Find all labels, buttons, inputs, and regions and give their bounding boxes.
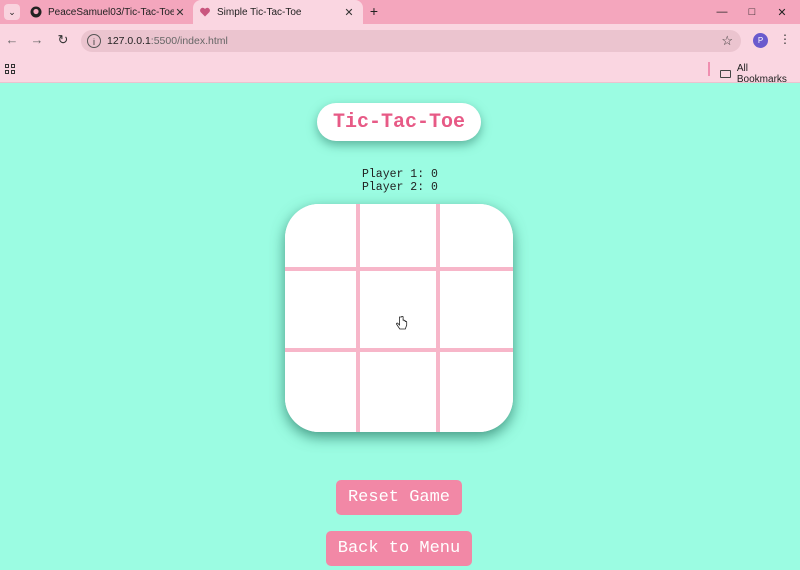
page-title: Tic-Tac-Toe <box>332 110 466 134</box>
grid-line <box>356 204 360 432</box>
board-cell[interactable] <box>440 352 513 432</box>
close-window-icon[interactable]: ✕ <box>764 0 800 24</box>
scoreboard: Player 1: 0 Player 2: 0 <box>362 168 438 194</box>
reload-icon[interactable]: ↻ <box>55 32 71 48</box>
all-bookmarks-label: All Bookmarks <box>736 63 787 85</box>
grid-line <box>285 267 513 271</box>
tab-github[interactable]: PeaceSamuel03/Tic-Tac-Toe: A ✕ <box>24 0 194 24</box>
bookmark-star-icon[interactable]: ☆ <box>721 33 733 49</box>
tab-strip: ⌄ PeaceSamuel03/Tic-Tac-Toe: A ✕ Simple … <box>0 0 800 24</box>
folder-icon <box>720 70 731 78</box>
close-tab-icon[interactable]: ✕ <box>343 6 355 19</box>
game-title-banner: Tic-Tac-Toe <box>317 103 481 141</box>
board-cell[interactable] <box>440 204 513 267</box>
reset-game-button[interactable]: Reset Game <box>336 480 462 515</box>
browser-menu-icon[interactable]: ⋮ <box>779 32 791 46</box>
grid-line <box>436 204 440 432</box>
board-cell[interactable] <box>285 204 356 267</box>
site-info-icon[interactable]: i <box>87 34 101 48</box>
apps-grid-icon[interactable] <box>5 64 15 74</box>
url-omnibox[interactable]: i 127.0.0.1:5500/index.html ☆ <box>81 30 741 52</box>
back-arrow-icon[interactable]: ← <box>4 32 20 48</box>
heart-favicon-icon <box>199 6 211 18</box>
github-icon <box>30 6 42 18</box>
board-cell[interactable] <box>285 271 356 348</box>
grid-line <box>285 348 513 352</box>
address-bar: ← → ↻ i 127.0.0.1:5500/index.html ☆ <box>0 24 800 56</box>
board-cell[interactable] <box>360 352 436 432</box>
tab-title: Simple Tic-Tac-Toe <box>217 6 302 18</box>
close-tab-icon[interactable]: ✕ <box>174 6 186 19</box>
board-cell[interactable] <box>360 204 436 267</box>
back-to-menu-button[interactable]: Back to Menu <box>326 531 472 566</box>
tab-tic-tac-toe[interactable]: Simple Tic-Tac-Toe ✕ <box>193 0 363 24</box>
game-board <box>285 204 513 432</box>
player2-score: Player 2: 0 <box>362 181 438 194</box>
tab-title: PeaceSamuel03/Tic-Tac-Toe: A <box>48 6 174 18</box>
all-bookmarks-button[interactable]: All Bookmarks <box>720 63 800 85</box>
profile-avatar[interactable]: P <box>753 33 768 48</box>
player1-score: Player 1: 0 <box>362 168 438 181</box>
bookmark-divider <box>708 62 710 76</box>
hand-pointer-cursor-icon <box>396 316 408 330</box>
board-cell[interactable] <box>360 271 436 348</box>
forward-arrow-icon[interactable]: → <box>29 32 45 48</box>
bookmarks-bar <box>0 56 800 83</box>
game-page: Tic-Tac-Toe Player 1: 0 Player 2: 0 Reset… <box>0 83 800 570</box>
board-cell[interactable] <box>440 271 513 348</box>
new-tab-plus-icon[interactable]: + <box>366 3 382 19</box>
board-cell[interactable] <box>285 352 356 432</box>
url-text: 127.0.0.1:5500/index.html <box>107 35 228 47</box>
tab-search-chevron-icon[interactable]: ⌄ <box>4 4 20 20</box>
